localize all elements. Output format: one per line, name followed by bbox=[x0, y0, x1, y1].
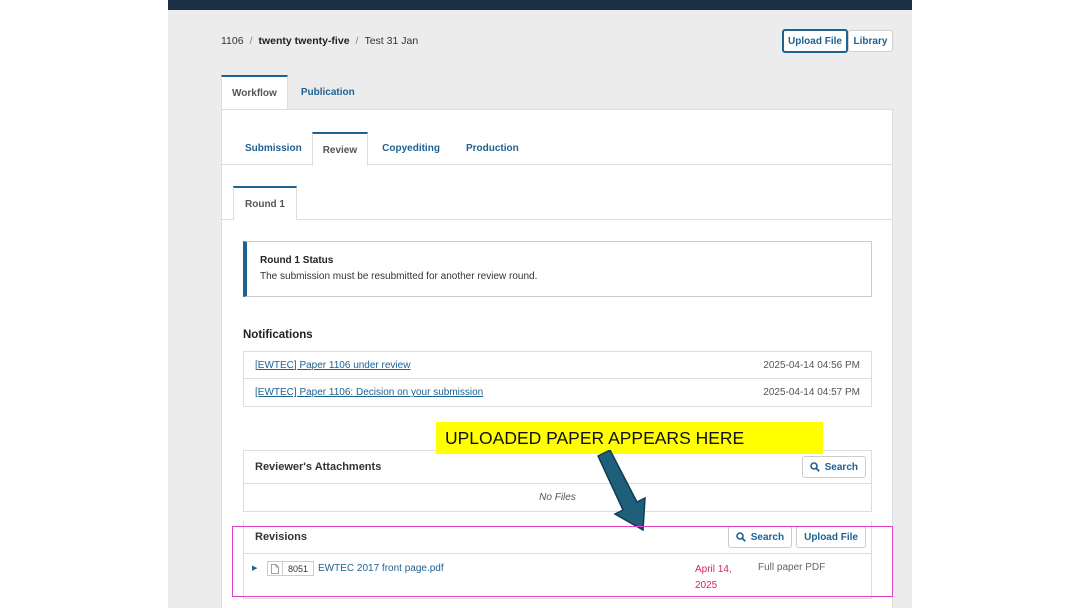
tab-submission[interactable]: Submission bbox=[235, 132, 312, 165]
search-icon bbox=[809, 462, 820, 472]
breadcrumb-separator: / bbox=[249, 35, 253, 47]
breadcrumb-journal: twenty twenty-five bbox=[258, 35, 350, 47]
annotation-arrow-icon bbox=[597, 450, 646, 532]
tab-round-1[interactable]: Round 1 bbox=[233, 186, 297, 220]
round-status-text: The submission must be resubmitted for a… bbox=[260, 271, 538, 282]
tab-production[interactable]: Production bbox=[454, 132, 531, 165]
round-tabs: Round 1 bbox=[222, 186, 892, 220]
reviewer-attachments-grid: Reviewer's Attachments Search No Files bbox=[243, 450, 872, 512]
breadcrumb-id: 1106 bbox=[221, 35, 244, 47]
empty-message: No Files bbox=[539, 492, 576, 503]
top-bar bbox=[168, 0, 912, 10]
notifications-list: [EWTEC] Paper 1106 under review 2025-04-… bbox=[243, 351, 872, 407]
library-button[interactable]: Library bbox=[848, 30, 893, 52]
tab-review[interactable]: Review bbox=[311, 132, 369, 166]
breadcrumb-title: Test 31 Jan bbox=[364, 35, 419, 47]
round-status-title: Round 1 Status bbox=[260, 255, 334, 266]
notification-row: [EWTEC] Paper 1106 under review 2025-04-… bbox=[244, 352, 871, 379]
revisions-highlight-box bbox=[232, 526, 893, 597]
tab-publication[interactable]: Publication bbox=[288, 75, 368, 110]
breadcrumb-separator: / bbox=[355, 35, 359, 47]
grid-title: Reviewer's Attachments bbox=[255, 461, 382, 473]
notification-link[interactable]: [EWTEC] Paper 1106 under review bbox=[255, 360, 410, 371]
notifications-heading: Notifications bbox=[243, 329, 313, 341]
grid-actions: Search bbox=[801, 456, 866, 478]
main-tabs: Workflow Publication bbox=[221, 75, 368, 110]
notification-link[interactable]: [EWTEC] Paper 1106: Decision on your sub… bbox=[255, 387, 483, 398]
tab-copyediting[interactable]: Copyediting bbox=[368, 132, 454, 165]
breadcrumb: 1106 / twenty twenty-five / Test 31 Jan bbox=[221, 35, 418, 47]
search-button-label: Search bbox=[824, 461, 858, 473]
notification-date: 2025-04-14 04:57 PM bbox=[763, 387, 860, 398]
search-button[interactable]: Search bbox=[801, 456, 866, 478]
stage-tabs: Submission Review Copyediting Production bbox=[222, 132, 892, 166]
upload-file-button[interactable]: Upload File bbox=[782, 29, 848, 53]
app-frame: 1106 / twenty twenty-five / Test 31 Jan Uplo… bbox=[168, 0, 912, 608]
notification-date: 2025-04-14 04:56 PM bbox=[763, 359, 860, 371]
notification-row: [EWTEC] Paper 1106: Decision on your sub… bbox=[244, 379, 871, 406]
round-status-box: Round 1 Status The submission must be re… bbox=[243, 241, 872, 297]
grid-header: Reviewer's Attachments Search bbox=[244, 451, 871, 484]
tab-workflow[interactable]: Workflow bbox=[221, 75, 288, 110]
